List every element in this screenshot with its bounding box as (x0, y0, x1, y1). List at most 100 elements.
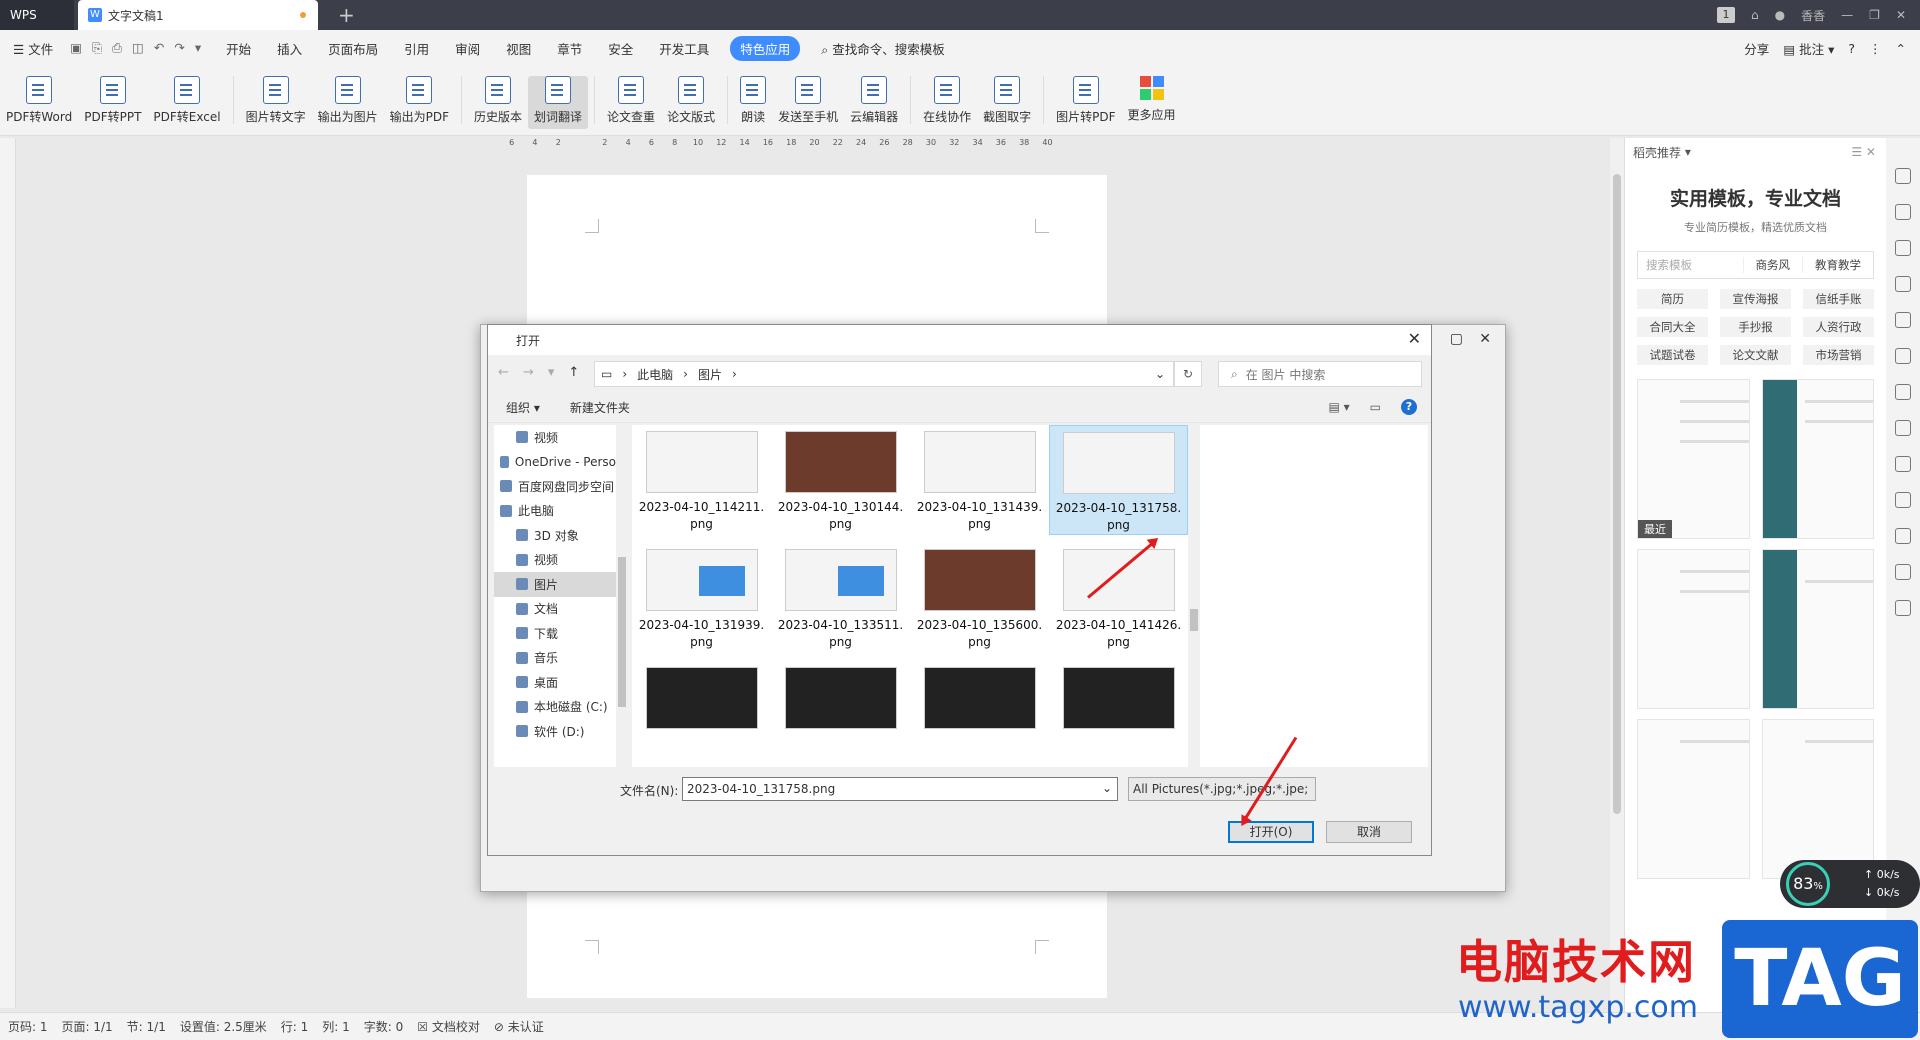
menu-item[interactable]: 章节 (544, 39, 595, 58)
image-icon[interactable] (1895, 492, 1911, 508)
nav-scrollbar[interactable] (616, 425, 628, 767)
file-item[interactable]: 2023-04-10_131758. png (1049, 425, 1188, 535)
template-tag[interactable]: 人资行政 (1803, 317, 1874, 337)
menu-item[interactable]: 引用 (391, 39, 442, 58)
address-bar[interactable]: ▭ › 此电脑 › 图片 › ⌄ (594, 361, 1174, 387)
filetype-select[interactable]: All Pictures(*.jpg;*.jpeg;*.jpe; (1128, 777, 1316, 801)
window-count-icon[interactable]: 1 (1717, 7, 1736, 23)
template-search[interactable]: 搜索模板 商务风 教育教学 (1637, 251, 1874, 279)
template-tag[interactable]: 论文文献 (1720, 345, 1791, 365)
menu-item-special-apps[interactable]: 特色应用 (730, 35, 801, 61)
file-item[interactable]: 2023-04-10_114211. png (632, 425, 771, 535)
nav-item[interactable]: 文档 (494, 597, 616, 622)
template-thumbnail[interactable] (1761, 719, 1874, 879)
status-setting[interactable]: 设置值: 2.5厘米 (180, 1018, 267, 1035)
skin-icon[interactable]: ⌂ (1751, 8, 1759, 22)
toolbar-button[interactable]: 截图取字 (977, 76, 1037, 125)
toolbar-button[interactable]: 输出为图片 (312, 76, 384, 125)
document-scrollbar[interactable] (1610, 138, 1624, 1012)
template-tag[interactable]: 市场营销 (1803, 345, 1874, 365)
template-search-input[interactable]: 搜索模板 (1638, 257, 1743, 273)
filename-input[interactable]: 2023-04-10_131758.png (682, 777, 1118, 801)
toolbar-button[interactable]: 输出为PDF (384, 76, 455, 125)
wps-home-tab[interactable]: WPS (0, 0, 74, 30)
share-button[interactable]: 分享 (1744, 39, 1769, 58)
user-avatar[interactable]: ● (1775, 8, 1785, 22)
close-window-icon[interactable]: ✕ (1896, 8, 1906, 22)
nav-scroll-thumb[interactable] (618, 557, 626, 707)
toolbar-button[interactable]: 在线协作 (917, 76, 977, 125)
organize-button[interactable]: 组织 ▾ (506, 399, 540, 416)
status-words[interactable]: 字数: 0 (364, 1018, 404, 1035)
command-search[interactable]: ⌕ 查找命令、搜索模板 (808, 39, 958, 58)
toolbar-button[interactable]: PDF转PPT (78, 76, 147, 125)
annotate-button[interactable]: ▤ 批注 ▾ (1783, 39, 1834, 58)
nav-item[interactable]: 此电脑 (494, 499, 616, 524)
print-icon[interactable]: ⎙ (112, 40, 122, 56)
nav-item[interactable]: 本地磁盘 (C:) (494, 695, 616, 720)
view-mode-icon[interactable]: ▤ ▾ (1328, 400, 1349, 414)
toolbar-button[interactable]: 论文版式 (661, 76, 721, 125)
menu-file[interactable]: ☰ 文件 (0, 39, 66, 58)
frame-maximize-icon[interactable]: ▢ (1450, 331, 1463, 347)
toolbar-button[interactable]: PDF转Word (0, 76, 78, 125)
frame-close-icon[interactable]: ✕ (1479, 331, 1491, 347)
menu-item[interactable]: 视图 (493, 39, 544, 58)
template-tag[interactable]: 合同大全 (1637, 317, 1708, 337)
scrollbar-thumb[interactable] (1613, 174, 1621, 814)
file-item[interactable] (771, 661, 910, 767)
new-folder-button[interactable]: 新建文件夹 (570, 399, 630, 416)
file-item[interactable]: 2023-04-10_131939. png (632, 543, 771, 653)
nav-item[interactable]: 视频 (494, 425, 616, 450)
toolbar-button[interactable]: 论文查重 (601, 76, 661, 125)
template-thumbnail[interactable] (1637, 719, 1750, 879)
nav-item[interactable]: 软件 (D:) (494, 719, 616, 744)
template-tag[interactable]: 手抄报 (1720, 317, 1791, 337)
redo-icon[interactable]: ↷ (174, 40, 184, 56)
dialog-search-input[interactable]: ⌕ 在 图片 中搜索 (1218, 361, 1422, 387)
history-icon[interactable] (1895, 564, 1911, 580)
back-icon[interactable]: ← (498, 365, 509, 380)
template-thumbnail[interactable] (1761, 549, 1874, 709)
file-scrollbar[interactable] (1188, 425, 1200, 767)
status-cert[interactable]: ⊘ 未认证 (494, 1018, 544, 1035)
restore-icon[interactable]: ❐ (1869, 8, 1880, 22)
undo-icon[interactable]: ↶ (154, 40, 164, 56)
file-item[interactable]: 2023-04-10_133511. png (771, 543, 910, 653)
panel-close-icon[interactable]: ☰ ✕ (1851, 145, 1876, 159)
nav-item[interactable]: 桌面 (494, 670, 616, 695)
dialog-help-icon[interactable]: ? (1401, 399, 1417, 415)
file-item[interactable]: 2023-04-10_135600. png (910, 543, 1049, 653)
menu-item[interactable]: 开发工具 (646, 39, 722, 58)
translate-icon[interactable] (1895, 420, 1911, 436)
status-proof[interactable]: ☒ 文档校对 (417, 1018, 480, 1035)
menu-item[interactable]: 页面布局 (315, 39, 391, 58)
help-icon[interactable] (1895, 600, 1911, 616)
pen-icon[interactable] (1895, 168, 1911, 184)
panel-header-label[interactable]: 稻壳推荐 (1633, 144, 1681, 161)
file-item[interactable]: 2023-04-10_141426. png (1049, 543, 1188, 653)
breadcrumb-pictures[interactable]: 图片 (698, 366, 722, 383)
print-preview-icon[interactable]: ◫ (132, 40, 144, 56)
breadcrumb-pc[interactable]: 此电脑 (637, 366, 673, 383)
file-scroll-thumb[interactable] (1190, 609, 1198, 631)
template-icon[interactable] (1895, 528, 1911, 544)
template-thumbnail[interactable]: 最近 (1637, 379, 1750, 539)
cancel-button[interactable]: 取消 (1326, 821, 1412, 843)
crop-icon[interactable] (1895, 384, 1911, 400)
template-thumbnail[interactable] (1761, 379, 1874, 539)
nav-item[interactable]: 图片 (494, 572, 616, 597)
file-item[interactable]: 2023-04-10_130144. png (771, 425, 910, 535)
menu-item[interactable]: 开始 (213, 39, 264, 58)
collapse-ribbon-icon[interactable]: ⌃ (1896, 41, 1906, 56)
toolbar-button[interactable]: 发送至手机 (772, 76, 844, 125)
shape-icon[interactable] (1895, 240, 1911, 256)
help-icon[interactable]: ? (1848, 41, 1855, 56)
toolbar-button[interactable]: 划词翻译 (528, 76, 589, 129)
nav-item[interactable]: 音乐 (494, 646, 616, 671)
file-item[interactable] (632, 661, 771, 767)
nav-item[interactable]: 3D 对象 (494, 523, 616, 548)
template-thumbnail[interactable] (1637, 549, 1750, 709)
more-icon[interactable]: ⋮ (1869, 41, 1882, 56)
search-tab[interactable]: 教育教学 (1802, 257, 1873, 273)
